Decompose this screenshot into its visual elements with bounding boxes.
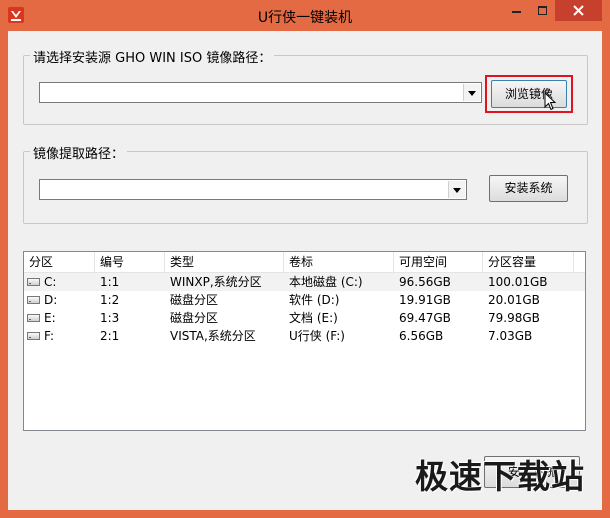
cell-partition: C: <box>44 275 57 289</box>
app-window: U行侠一键装机 请选择安装源 GHO WIN ISO 镜像路径： 浏览镜像 镜像… <box>0 0 610 518</box>
cell-partition: F: <box>44 329 55 343</box>
minimize-button[interactable] <box>503 0 530 21</box>
watermark-text: 极速下载站 <box>415 457 585 496</box>
cell-number: 1:2 <box>100 293 120 307</box>
cell-label: U行侠 (F:) <box>289 329 345 343</box>
column-header-number[interactable]: 编号 <box>95 252 165 272</box>
title-bar[interactable]: U行侠一键装机 <box>0 0 610 31</box>
chevron-down-icon[interactable] <box>463 84 480 101</box>
column-header-label[interactable]: 卷标 <box>284 252 394 272</box>
cell-type: VISTA,系统分区 <box>170 329 256 343</box>
source-path-combo[interactable] <box>39 82 482 103</box>
cell-free-space: 69.47GB <box>399 311 451 325</box>
extract-path-combo[interactable] <box>39 179 467 200</box>
list-header: 分区 编号 类型 卷标 可用空间 分区容量 <box>24 252 585 273</box>
cell-capacity: 79.98GB <box>488 311 540 325</box>
mouse-cursor-icon <box>544 92 557 111</box>
cell-type: 磁盘分区 <box>170 293 219 307</box>
cell-label: 软件 (D:) <box>289 293 340 307</box>
column-header-capacity[interactable]: 分区容量 <box>483 252 574 272</box>
cell-capacity: 7.03GB <box>488 329 533 343</box>
column-header-type[interactable]: 类型 <box>165 252 284 272</box>
table-row[interactable]: E: 1:3 磁盘分区 文档 (E:) 69.47GB 79.98GB <box>24 309 585 327</box>
cell-capacity: 20.01GB <box>488 293 540 307</box>
maximize-button[interactable] <box>530 0 555 21</box>
cell-partition: E: <box>44 311 56 325</box>
cell-free-space: 6.56GB <box>399 329 444 343</box>
cell-label: 本地磁盘 (C:) <box>289 275 363 289</box>
close-button[interactable] <box>555 0 602 21</box>
cell-free-space: 19.91GB <box>399 293 451 307</box>
source-group-label: 请选择安装源 GHO WIN ISO 镜像路径： <box>30 47 275 66</box>
cell-capacity: 100.01GB <box>488 275 548 289</box>
cell-number: 2:1 <box>100 329 120 343</box>
extract-group: 镜像提取路径： 安装系统 <box>23 143 588 224</box>
extract-group-label: 镜像提取路径： <box>30 143 128 162</box>
partition-list[interactable]: 分区 编号 类型 卷标 可用空间 分区容量 C: 1:1 WINXP,系统分区 … <box>23 251 586 431</box>
column-header-partition[interactable]: 分区 <box>24 252 95 272</box>
source-group: 请选择安装源 GHO WIN ISO 镜像路径： 浏览镜像 <box>23 47 588 125</box>
close-icon <box>573 5 584 16</box>
table-row[interactable]: D: 1:2 磁盘分区 软件 (D:) 19.91GB 20.01GB <box>24 291 585 309</box>
table-row[interactable]: F: 2:1 VISTA,系统分区 U行侠 (F:) 6.56GB 7.03GB <box>24 327 585 345</box>
install-system-label: 安装系统 <box>504 181 553 195</box>
cell-type: WINXP,系统分区 <box>170 275 262 289</box>
cell-partition: D: <box>44 293 58 307</box>
cell-number: 1:1 <box>100 275 120 289</box>
chevron-down-icon[interactable] <box>448 181 465 198</box>
cell-free-space: 96.56GB <box>399 275 451 289</box>
cell-label: 文档 (E:) <box>289 311 338 325</box>
install-system-button[interactable]: 安装系统 <box>489 175 568 202</box>
cell-number: 1:3 <box>100 311 120 325</box>
column-header-free-space[interactable]: 可用空间 <box>394 252 483 272</box>
cell-type: 磁盘分区 <box>170 311 219 325</box>
table-row[interactable]: C: 1:1 WINXP,系统分区 本地磁盘 (C:) 96.56GB 100.… <box>24 273 585 291</box>
client-area: 请选择安装源 GHO WIN ISO 镜像路径： 浏览镜像 镜像提取路径： 安装… <box>8 31 602 510</box>
